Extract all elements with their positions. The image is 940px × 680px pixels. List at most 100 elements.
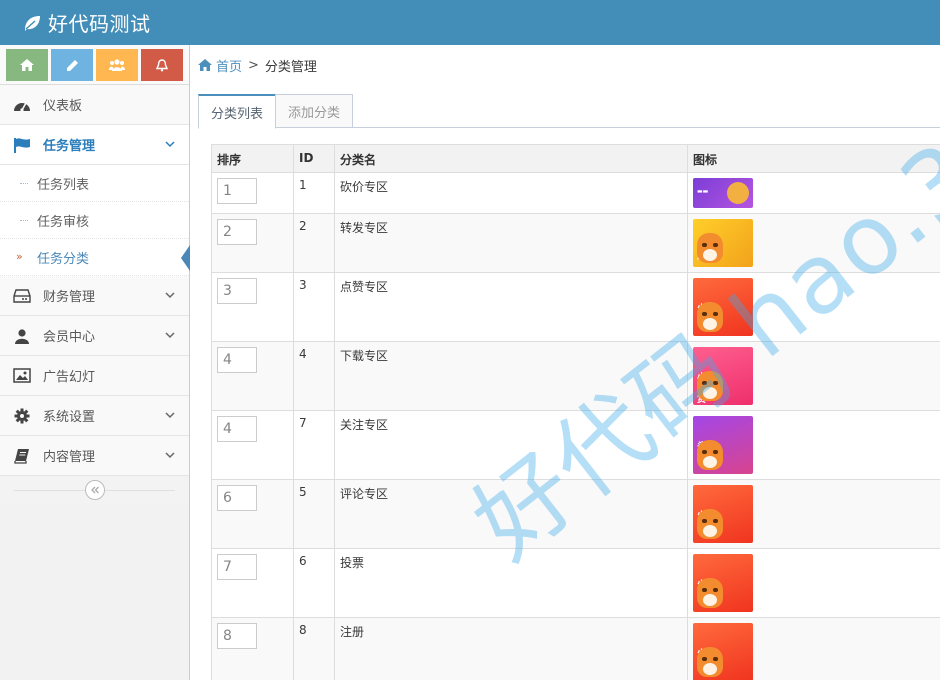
tab-bar: 分类列表 添加分类 <box>198 94 940 129</box>
chevron-down-icon <box>165 412 175 419</box>
cell-category-name: 下载专区 <box>334 341 688 411</box>
cell-icon: 头条悬赏 <box>687 410 940 480</box>
sidebar-subitem-label: 任务审核 <box>37 214 90 230</box>
cell-category-name: 评论专区 <box>334 479 688 549</box>
table-header-row: 排序 ID 分类名 图标 <box>211 144 940 173</box>
sidebar-item-label: 会员中心 <box>43 330 96 345</box>
sort-order-input[interactable] <box>217 416 257 442</box>
leaf-icon <box>25 15 40 31</box>
cell-id: 4 <box>293 341 335 411</box>
category-icon-image[interactable]: 火山悬赏 <box>693 278 753 336</box>
sidebar-item-finance[interactable]: 财务管理 <box>0 276 189 316</box>
sort-order-input[interactable] <box>217 554 257 580</box>
shortcut-notify-button[interactable] <box>141 49 183 81</box>
flag-icon <box>14 137 30 153</box>
mascot-cat-image <box>697 233 723 263</box>
cell-sort <box>211 272 294 342</box>
sort-order-input[interactable] <box>217 178 257 204</box>
sidebar-subitem-task-category[interactable]: » 任务分类 <box>0 239 190 276</box>
cell-icon: 火山悬赏 <box>687 617 940 680</box>
cell-sort <box>211 479 294 549</box>
shortcut-users-button[interactable] <box>96 49 138 81</box>
category-icon-image[interactable]: 小红书悬赏 <box>693 347 753 405</box>
category-icon-image[interactable]: 头条悬赏 <box>693 416 753 474</box>
sidebar-subitem-task-review[interactable]: 任务审核 <box>0 202 189 239</box>
cell-category-name: 投票 <box>334 548 688 618</box>
category-icon-image[interactable]: 火山悬赏 <box>693 554 753 612</box>
sidebar-subitem-label: 任务分类 <box>37 251 90 267</box>
breadcrumb-current: 分类管理 <box>264 59 317 75</box>
sidebar-item-member-center[interactable]: 会员中心 <box>0 316 189 356</box>
sidebar-item-task-management[interactable]: 任务管理 <box>0 125 189 165</box>
cell-sort <box>211 213 294 273</box>
chevron-down-icon <box>165 452 175 459</box>
category-icon-image[interactable]: 火山悬赏 <box>693 485 753 543</box>
category-icon-image[interactable]: ▬▬ <box>693 178 753 208</box>
cell-icon: 火山悬赏 <box>687 272 940 342</box>
sidebar-item-dashboard[interactable]: 仪表板 <box>0 85 189 125</box>
chevron-down-icon <box>165 332 175 339</box>
sort-order-input[interactable] <box>217 219 257 245</box>
sidebar-collapse-button[interactable] <box>85 480 105 500</box>
double-angle-left-icon <box>91 486 99 494</box>
cell-id: 2 <box>293 213 335 273</box>
mascot-cat-image <box>697 302 723 332</box>
column-header-icon[interactable]: 图标 <box>687 144 940 173</box>
chevron-down-icon <box>165 292 175 299</box>
sort-order-input[interactable] <box>217 623 257 649</box>
category-icon-image[interactable]: 快手悬赏 <box>693 219 753 267</box>
double-angle-right-icon: » <box>16 250 23 263</box>
cell-id: 6 <box>293 548 335 618</box>
cell-icon: ▬▬ <box>687 172 940 214</box>
sidebar-subitem-task-list[interactable]: 任务列表 <box>0 165 189 202</box>
shortcut-home-button[interactable] <box>6 49 48 81</box>
sort-order-input[interactable] <box>217 347 257 373</box>
cell-id: 3 <box>293 272 335 342</box>
sort-order-input[interactable] <box>217 278 257 304</box>
table-row: 2转发专区快手悬赏 <box>211 213 940 273</box>
cell-id: 5 <box>293 479 335 549</box>
column-header-id[interactable]: ID <box>293 144 335 173</box>
cell-id: 8 <box>293 617 335 680</box>
cell-sort <box>211 410 294 480</box>
column-header-sort[interactable]: 排序 <box>211 144 294 173</box>
sidebar-item-label: 财务管理 <box>43 290 96 305</box>
table-row: 7关注专区头条悬赏 <box>211 410 940 480</box>
bell-icon <box>156 58 168 71</box>
dashboard-icon <box>14 102 30 112</box>
shortcut-edit-button[interactable] <box>51 49 93 81</box>
cell-category-name: 注册 <box>334 617 688 680</box>
user-icon <box>15 328 29 344</box>
cell-id: 7 <box>293 410 335 480</box>
sidebar-item-label: 仪表板 <box>43 99 83 114</box>
pencil-icon <box>66 59 78 71</box>
breadcrumb-home-link[interactable]: 首页 <box>216 56 242 75</box>
book-icon <box>14 448 29 464</box>
sidebar-subitem-label: 任务列表 <box>37 177 90 193</box>
cell-category-name: 点赞专区 <box>334 272 688 342</box>
cell-sort <box>211 172 294 214</box>
cell-sort <box>211 617 294 680</box>
sidebar-item-label: 任务管理 <box>43 139 96 154</box>
cell-category-name: 关注专区 <box>334 410 688 480</box>
tab-add-category[interactable]: 添加分类 <box>275 94 354 128</box>
app-title: 好代码测试 <box>48 12 151 36</box>
sidebar-item-system-settings[interactable]: 系统设置 <box>0 396 189 436</box>
home-icon <box>20 59 34 71</box>
table-row: 6投票火山悬赏 <box>211 548 940 618</box>
sidebar-item-label: 广告幻灯 <box>43 370 96 385</box>
mascot-cat-image <box>697 371 723 401</box>
sidebar-item-content-management[interactable]: 内容管理 <box>0 436 189 476</box>
shortcut-bar <box>0 45 189 85</box>
sidebar-item-label: 系统设置 <box>43 410 96 425</box>
column-header-name[interactable]: 分类名 <box>334 144 688 173</box>
tab-category-list[interactable]: 分类列表 <box>198 94 277 129</box>
mascot-cat-image <box>697 509 723 539</box>
cell-category-name: 砍价专区 <box>334 172 688 214</box>
category-icon-image[interactable]: 火山悬赏 <box>693 623 753 680</box>
mascot-cat-image <box>697 440 723 470</box>
home-icon <box>198 59 212 71</box>
sidebar-collapse-bar <box>0 476 189 504</box>
sort-order-input[interactable] <box>217 485 257 511</box>
sidebar-item-ad-slides[interactable]: 广告幻灯 <box>0 356 189 396</box>
